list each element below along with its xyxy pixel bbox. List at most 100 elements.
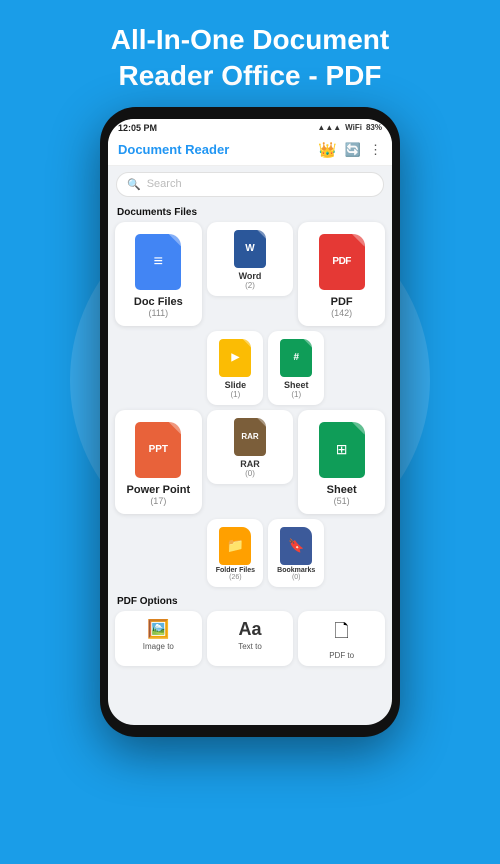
rar-label: RAR [240,459,260,469]
search-icon: 🔍 [127,178,141,191]
sheet-body: # [280,339,312,377]
sheet-big-count: (51) [334,496,350,506]
doc-files-card[interactable]: ≡ Doc Files (111) [115,222,202,326]
hero-title: All-In-One Document Reader Office - PDF [0,0,500,107]
word-card[interactable]: W Word (2) [207,222,294,296]
signal-icon: ▲▲▲ [317,123,341,132]
rar-count: (0) [245,469,255,478]
pdf-to-label: PDF to [329,651,354,660]
section-documents: Documents Files ≡ [115,203,385,587]
pdf-label: PDF [331,296,353,308]
docs-row-2: ▶ Slide (1) [207,331,385,405]
bookmarks-icon: 🔖 [280,527,312,565]
es-card[interactable]: 📁 Folder Files (26) [207,519,263,587]
scroll-area[interactable]: Documents Files ≡ [108,203,392,725]
doc-files-icon: ≡ [135,234,181,290]
text-to-card[interactable]: Aa Text to [207,611,294,666]
sheet-icon: # [280,339,312,377]
es-symbol: 📁 [227,537,244,554]
rar-symbol: RAR [241,432,258,441]
section-documents-title: Documents Files [115,203,385,222]
image-to-icon: 🖼️ [147,619,169,640]
ppt-label: Power Point [127,484,191,496]
bookmarks-label: Bookmarks [277,567,315,574]
pdf-to-card[interactable]: 🗋 PDF to [298,611,385,666]
ppt-text: PPT [149,444,168,455]
search-bar[interactable]: 🔍 Search [116,172,384,197]
pdf-icon: PDF [319,234,365,290]
slide-symbol: ▶ [232,352,240,363]
bookmarks-body: 🔖 [280,527,312,565]
phone-frame: 12:05 PM ▲▲▲ WiFi 83% Document Reader 👑 … [0,107,500,737]
sheet-card[interactable]: # Sheet (1) [268,331,324,405]
pdf-count: (142) [331,308,352,318]
wifi-icon: WiFi [345,123,362,132]
phone-screen: 12:05 PM ▲▲▲ WiFi 83% Document Reader 👑 … [108,119,392,725]
bookmarks-card[interactable]: 🔖 Bookmarks (0) [268,519,324,587]
refresh-icon[interactable]: 🔄 [345,142,361,158]
rar-icon: RAR [234,418,266,456]
word-count: (2) [245,281,255,290]
rar-body: RAR [234,418,266,456]
image-to-label: Image to [143,642,174,651]
pdf-card[interactable]: PDF PDF (142) [298,222,385,326]
search-placeholder: Search [147,178,182,190]
battery-label: 83% [366,123,382,132]
scroll-area-inner: Documents Files ≡ [115,203,385,666]
sheet-big-label: Sheet [327,484,357,496]
rar-card[interactable]: RAR RAR (0) [207,410,294,484]
sheet-count: (1) [291,390,301,399]
es-label: Folder Files [216,567,255,574]
app-title: Document Reader [118,142,318,157]
doc-files-label: Doc Files [134,296,183,308]
text-to-icon: Aa [238,619,261,640]
es-count: (26) [229,574,241,581]
crown-icon[interactable]: 👑 [318,141,337,159]
word-label: Word [239,271,262,281]
ppt-card[interactable]: PPT Power Point (17) [115,410,202,514]
image-to-card[interactable]: 🖼️ Image to [115,611,202,666]
docs-row-3: PPT Power Point (17) [115,410,385,514]
es-body: 📁 [219,527,251,565]
slide-icon: ▶ [219,339,251,377]
bookmarks-symbol: 🔖 [288,538,304,554]
more-icon[interactable]: ⋮ [369,142,382,158]
pdf-body: PDF [319,234,365,290]
slide-card[interactable]: ▶ Slide (1) [207,331,263,405]
docs-row-1: ≡ Doc Files (111) [115,222,385,326]
word-body: W [234,230,266,268]
clock: 12:05 PM [118,123,157,133]
sheet-big-body: ⊞ [319,422,365,478]
status-bar: 12:05 PM ▲▲▲ WiFi 83% [108,119,392,135]
es-icon: 📁 [219,527,251,565]
ppt-count: (17) [150,496,166,506]
page-container: All-In-One Document Reader Office - PDF … [0,0,500,864]
section-pdf-options: PDF Options 🖼️ Image to Aa [115,592,385,666]
ppt-icon: PPT [135,422,181,478]
section-pdf-title: PDF Options [115,592,385,611]
text-to-label: Text to [238,642,262,651]
sheet-big-icon: ⊞ [319,422,365,478]
app-bar-actions[interactable]: 👑 🔄 ⋮ [318,141,382,159]
slide-body: ▶ [219,339,251,377]
bookmarks-count: (0) [292,574,301,581]
word-text: W [245,243,254,254]
status-icons: ▲▲▲ WiFi 83% [317,123,382,133]
doc-files-body: ≡ [135,234,181,290]
doc-files-lines: ≡ [154,253,163,271]
pdf-options-grid: 🖼️ Image to Aa Text to 🗋 [115,611,385,666]
sheet-label: Sheet [284,380,309,390]
app-bar: Document Reader 👑 🔄 ⋮ [108,135,392,166]
slide-count: (1) [231,390,241,399]
ppt-body: PPT [135,422,181,478]
slide-label: Slide [225,380,247,390]
sheet-big-symbol: ⊞ [336,441,348,458]
pdf-text: PDF [332,256,351,267]
sheet-big-card[interactable]: ⊞ Sheet (51) [298,410,385,514]
doc-files-count: (111) [148,308,168,318]
word-icon: W [234,230,266,268]
sheet-symbol: # [293,352,299,363]
pdf-to-icon: 🗋 [334,619,348,649]
docs-row-4: 📁 Folder Files (26) [207,519,385,587]
phone-device: 12:05 PM ▲▲▲ WiFi 83% Document Reader 👑 … [100,107,400,737]
